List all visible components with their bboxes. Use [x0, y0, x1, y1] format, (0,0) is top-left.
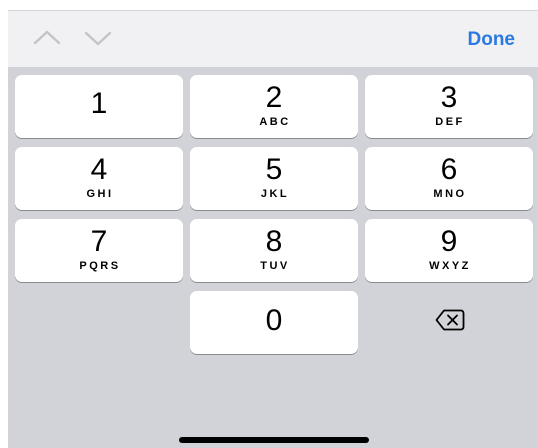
done-button[interactable]: Done: [468, 29, 516, 51]
key-6[interactable]: 6 MNO: [365, 147, 533, 210]
key-letters: DEF: [435, 116, 465, 128]
key-digit: 7: [90, 225, 108, 258]
key-3[interactable]: 3 DEF: [365, 75, 533, 138]
delete-key[interactable]: [365, 291, 533, 354]
chevron-up-icon: [33, 30, 61, 45]
key-letters: TUV: [260, 260, 290, 272]
key-8[interactable]: 8 TUV: [190, 219, 358, 282]
key-9[interactable]: 9 WXYZ: [365, 219, 533, 282]
key-letters: WXYZ: [429, 260, 471, 272]
key-digit: 8: [265, 225, 283, 258]
key-2[interactable]: 2 ABC: [190, 75, 358, 138]
previous-field-button[interactable]: [32, 25, 62, 51]
next-field-button[interactable]: [83, 25, 113, 51]
key-digit: 2: [265, 81, 283, 114]
key-digit: 9: [440, 225, 458, 258]
key-7[interactable]: 7 PQRS: [15, 219, 183, 282]
key-letters: PQRS: [79, 260, 121, 272]
backspace-icon: [435, 309, 465, 331]
key-5[interactable]: 5 JKL: [190, 147, 358, 210]
key-letters: ABC: [259, 116, 291, 128]
key-digit: 6: [440, 153, 458, 186]
key-1[interactable]: 1: [15, 75, 183, 138]
numeric-keypad: 1 2 ABC 3 DEF 4 GHI 5 JKL 6 MNO 7 PQRS 8…: [8, 67, 538, 448]
key-letters: MNO: [433, 188, 467, 200]
key-letters: GHI: [86, 188, 114, 200]
key-digit: 4: [90, 153, 108, 186]
key-0[interactable]: 0: [190, 291, 358, 354]
key-digit: 1: [90, 87, 108, 120]
key-digit: 5: [265, 153, 283, 186]
key-4[interactable]: 4 GHI: [15, 147, 183, 210]
home-indicator[interactable]: [179, 437, 369, 443]
key-letters: JKL: [260, 188, 290, 200]
keyboard-accessory-bar: Done: [8, 10, 538, 67]
screen: Done 1 2 ABC 3 DEF 4 GHI 5 JKL 6 MNO 7 P…: [0, 0, 538, 448]
key-digit: 3: [440, 81, 458, 114]
key-digit: 0: [265, 304, 283, 337]
chevron-down-icon: [84, 31, 112, 46]
